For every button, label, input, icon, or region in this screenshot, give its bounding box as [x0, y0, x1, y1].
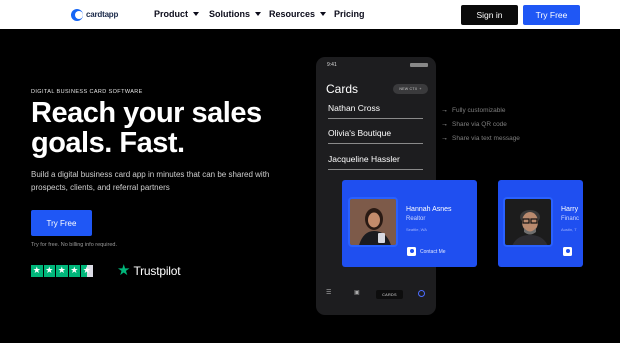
- star-icon: ★: [43, 265, 55, 277]
- nav-resources-label: Resources: [269, 9, 316, 19]
- arrow-right-icon: →: [441, 107, 448, 114]
- phone-card-row: Jacqueline Hassler: [328, 154, 423, 170]
- trustpilot-star-icon: ★: [117, 262, 131, 279]
- feature-label: Share via QR code: [452, 121, 507, 128]
- feature-item: → Fully customizable: [441, 107, 505, 114]
- logo-icon: [71, 8, 83, 21]
- trustpilot-stars: ★ ★ ★ ★ ★: [31, 265, 93, 277]
- phone-card-row: Olivia's Boutique: [328, 128, 423, 144]
- arrow-right-icon: →: [441, 121, 448, 128]
- nav-product-label: Product: [154, 9, 189, 19]
- card-location: Austin, T: [561, 227, 577, 232]
- chevron-down-icon: [255, 12, 261, 16]
- nav-resources[interactable]: Resources: [269, 9, 327, 19]
- phone-card-row: Nathan Cross: [328, 103, 423, 119]
- nav-pricing[interactable]: Pricing: [334, 9, 365, 19]
- hero-eyebrow: DIGITAL BUSINESS CARD SOFTWARE: [31, 89, 143, 95]
- logo-text: cardtapp: [86, 10, 119, 19]
- headline-line-1: Reach your sales: [31, 97, 262, 129]
- phone-nav-cards: CARDS: [376, 290, 403, 299]
- sign-in-button[interactable]: Sign in: [461, 5, 518, 25]
- contact-card-hannah: Hannah Asnes Realtor Seattle, WA Contact…: [342, 180, 477, 267]
- chevron-down-icon: [320, 12, 327, 16]
- nav-product[interactable]: Product: [154, 9, 200, 19]
- contact-icon: [563, 247, 572, 256]
- card-name: Harry: [561, 206, 579, 213]
- trustpilot-logo[interactable]: ★ Trustpilot: [117, 262, 181, 279]
- card-name: Hannah Asnes: [406, 206, 452, 213]
- status-bar-icons: [410, 63, 428, 67]
- chevron-down-icon: [193, 12, 200, 16]
- card-location: Seattle, WA: [406, 227, 427, 232]
- star-icon: ★: [31, 265, 43, 277]
- card-role: Financ: [561, 216, 580, 222]
- star-half-icon: ★: [81, 265, 93, 277]
- contact-me-button: Contact Me: [407, 247, 446, 256]
- shop-icon: ▣: [354, 290, 360, 296]
- phone-pill-button: NEW CTX +: [393, 84, 428, 94]
- trustpilot-wordmark: Trustpilot: [133, 263, 181, 278]
- feature-label: Fully customizable: [452, 107, 506, 114]
- feature-item: → Share via QR code: [441, 121, 507, 128]
- avatar: [348, 197, 398, 247]
- feature-item: → Share via text message: [441, 135, 520, 142]
- contact-card-harry: Harry Financ Austin, T: [498, 180, 583, 267]
- card-role: Realtor: [406, 216, 426, 222]
- hero-disclaimer: Try for free. No billing info required.: [31, 242, 117, 248]
- star-icon: ★: [68, 265, 80, 277]
- hero-try-free-button[interactable]: Try Free: [31, 210, 92, 236]
- phone-time: 9:41: [327, 62, 337, 68]
- phone-title: Cards: [326, 82, 359, 96]
- feature-label: Share via text message: [452, 135, 520, 142]
- phone-bottom-nav: ☰ ▣ CARDS: [316, 289, 436, 303]
- contact-label: Contact Me: [420, 248, 446, 255]
- site-header: cardtapp Product Solutions Resources Pri…: [0, 0, 620, 29]
- avatar: [503, 197, 553, 247]
- nav-solutions-label: Solutions: [209, 9, 250, 19]
- cardtapp-logo[interactable]: cardtapp: [71, 8, 118, 21]
- contact-icon: [407, 247, 416, 256]
- contact-me-button: [563, 247, 572, 256]
- plus-icon: +: [419, 87, 422, 91]
- star-icon: ★: [56, 265, 68, 277]
- hero-subtext: Build a digital business card app in min…: [31, 170, 270, 192]
- arrow-right-icon: →: [441, 135, 448, 142]
- hero-headline: Reach your sales goals. Fast.: [31, 98, 311, 158]
- phone-pill-label: NEW CTX: [399, 87, 418, 91]
- headline-line-2: goals. Fast.: [31, 127, 185, 159]
- profile-icon: [418, 290, 425, 297]
- nav-solutions[interactable]: Solutions: [209, 9, 261, 19]
- menu-icon: ☰: [326, 290, 332, 296]
- nav-pricing-label: Pricing: [334, 9, 365, 19]
- header-try-free-button[interactable]: Try Free: [523, 5, 580, 25]
